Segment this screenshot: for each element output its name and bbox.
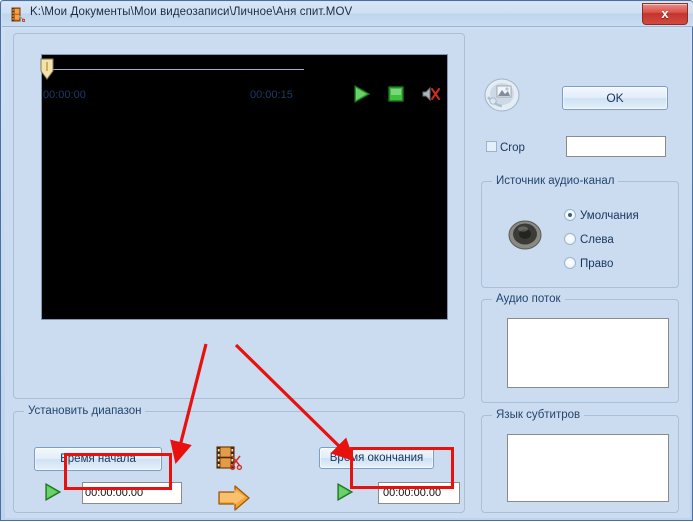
- audio-stream-title: Аудио поток: [492, 293, 565, 305]
- set-range-title: Установить диапазон: [24, 405, 146, 417]
- crop-label: Crop: [500, 142, 525, 154]
- time-end-label: 00:00:15: [250, 89, 293, 101]
- window-title: K:\Мои Документы\Мои видеозаписи\Личное\…: [30, 6, 353, 18]
- audio-source-option-right[interactable]: Право: [564, 257, 613, 270]
- video-panel: 00:00:00 00:00:15: [13, 33, 465, 399]
- audio-source-option-right-label: Право: [580, 258, 614, 270]
- mute-speaker-icon[interactable]: [421, 84, 441, 104]
- app-window: K:\Мои Документы\Мои видеозаписи\Личное\…: [0, 0, 693, 521]
- radio-right[interactable]: [564, 257, 576, 269]
- title-bar: K:\Мои Документы\Мои видеозаписи\Личное\…: [2, 2, 693, 27]
- subtitle-language-group: Язык субтитров: [481, 409, 679, 513]
- subtitle-language-listbox[interactable]: [507, 434, 669, 502]
- start-time-input[interactable]: [82, 482, 182, 504]
- play-icon[interactable]: [351, 84, 371, 104]
- close-button[interactable]: x: [642, 3, 688, 25]
- speaker-icon: [508, 220, 542, 250]
- subtitle-language-title: Язык субтитров: [492, 409, 585, 421]
- end-time-input[interactable]: [378, 482, 460, 504]
- film-cut-icon[interactable]: [216, 445, 243, 473]
- ok-button[interactable]: OK: [562, 86, 668, 110]
- film-app-icon: [10, 7, 26, 23]
- media-converter-icon: [483, 77, 521, 113]
- audio-source-option-left[interactable]: Слева: [564, 233, 614, 246]
- audio-source-option-default-label: Умолчания: [580, 210, 639, 222]
- audio-stream-listbox[interactable]: [507, 318, 669, 388]
- timeline-thumb[interactable]: [40, 58, 54, 80]
- client-area: 00:00:00 00:00:15 OK Crop Источник аудио…: [5, 29, 690, 518]
- audio-source-title: Источник аудио-канал: [492, 175, 619, 187]
- stop-icon[interactable]: [386, 84, 406, 104]
- timeline-track[interactable]: [44, 69, 304, 70]
- audio-source-group: Источник аудио-канал Умолчания Слева Пра…: [481, 175, 679, 288]
- orange-arrow-icon[interactable]: [217, 484, 251, 512]
- start-time-button[interactable]: Время начала: [34, 447, 162, 471]
- radio-left[interactable]: [564, 233, 576, 245]
- end-preview-play-icon[interactable]: [334, 482, 356, 502]
- crop-checkbox[interactable]: Crop: [486, 141, 525, 154]
- audio-stream-group: Аудио поток: [481, 293, 679, 403]
- crop-checkbox-box[interactable]: [486, 141, 497, 152]
- crop-input[interactable]: [566, 136, 666, 157]
- audio-source-option-left-label: Слева: [580, 234, 614, 246]
- audio-source-option-default[interactable]: Умолчания: [564, 209, 639, 222]
- time-start-label: 00:00:00: [43, 89, 86, 101]
- radio-default[interactable]: [564, 209, 576, 221]
- end-time-button[interactable]: Время окончания: [319, 447, 434, 469]
- start-preview-play-icon[interactable]: [42, 482, 64, 502]
